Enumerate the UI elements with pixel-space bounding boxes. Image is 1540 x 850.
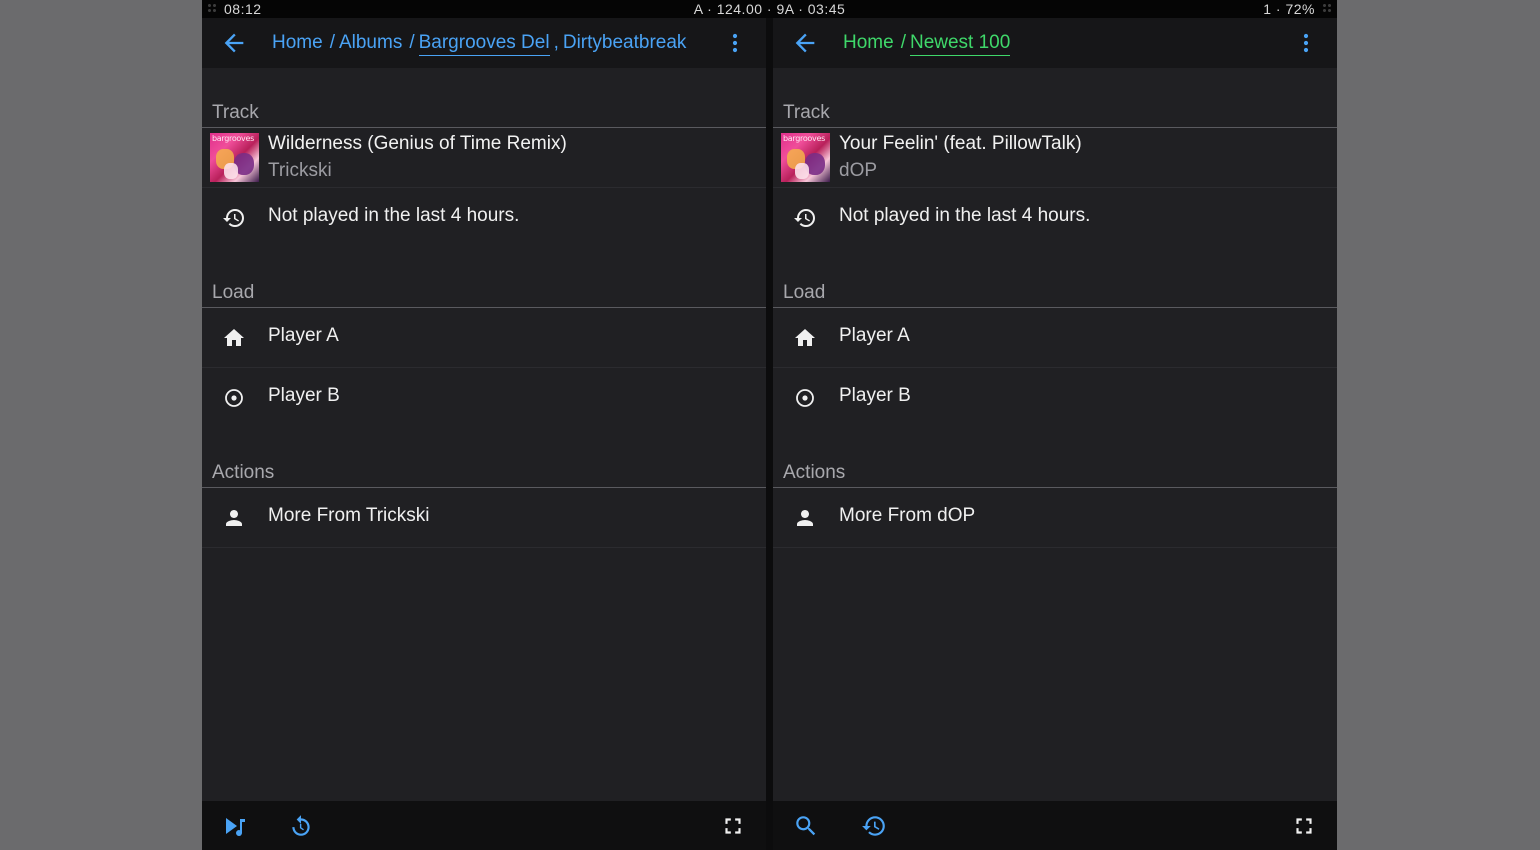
queue-play-icon[interactable] (222, 813, 248, 839)
section-title-load: Load (783, 282, 826, 303)
battery-info: 1 · 72% (1263, 1, 1315, 17)
load-player-b[interactable]: Player B (202, 368, 766, 428)
action-label: More From dOP (839, 505, 976, 526)
track-title: Your Feelin' (feat. PillowTalk) (839, 133, 1082, 154)
section-title-track: Track (212, 102, 259, 123)
target-circle-icon (793, 386, 817, 410)
breadcrumb-separator: , (553, 32, 559, 53)
action-label: More From Trickski (268, 505, 430, 526)
history-icon[interactable] (861, 813, 887, 839)
footer-toolbar (202, 801, 766, 850)
load-label: Player B (839, 385, 911, 406)
breadcrumb-home[interactable]: Home (272, 32, 323, 56)
footer-toolbar (773, 801, 1337, 850)
drag-grip-icon[interactable] (1322, 3, 1332, 14)
left-pane: Home / Albums / Bargrooves Del , Dirtybe… (202, 18, 766, 850)
album-art: bargrooves (210, 133, 259, 182)
album-art-text: bargrooves (783, 134, 825, 143)
app-window: 08:12 A · 124.00 · 9A · 03:45 1 · 72% Ho… (202, 0, 1337, 850)
right-pane: Home / Newest 100 Track bargrooves Your … (773, 18, 1337, 850)
breadcrumb-albums[interactable]: Albums (339, 32, 402, 56)
more-options-icon[interactable] (1299, 32, 1313, 54)
target-circle-icon (222, 386, 246, 410)
track-artist: Trickski (268, 160, 332, 181)
track-row[interactable]: bargrooves Your Feelin' (feat. PillowTal… (773, 128, 1337, 188)
more-from-artist[interactable]: More From Trickski (202, 488, 766, 548)
breadcrumb-separator: / (900, 32, 906, 53)
section-title-track: Track (783, 102, 830, 123)
back-arrow-icon[interactable] (220, 29, 248, 57)
history-row: Not played in the last 4 hours. (773, 188, 1337, 248)
history-icon (222, 206, 246, 230)
breadcrumb: Home / Albums / Bargrooves Del , Dirtybe… (272, 30, 686, 58)
history-icon (793, 206, 817, 230)
track-artist: dOP (839, 160, 878, 181)
load-player-b[interactable]: Player B (773, 368, 1337, 428)
section-title-actions: Actions (212, 462, 275, 483)
fullscreen-icon[interactable] (720, 813, 746, 839)
home-icon (793, 326, 817, 350)
section-title-actions: Actions (783, 462, 846, 483)
track-title: Wilderness (Genius of Time Remix) (268, 133, 567, 154)
history-row: Not played in the last 4 hours. (202, 188, 766, 248)
header-bar: Home / Newest 100 (773, 18, 1337, 68)
back-arrow-icon[interactable] (791, 29, 819, 57)
refresh-icon[interactable] (288, 813, 314, 839)
load-player-a[interactable]: Player A (202, 308, 766, 368)
breadcrumb-home[interactable]: Home (843, 32, 894, 56)
more-options-icon[interactable] (728, 32, 742, 54)
breadcrumb-artist[interactable]: Dirtybeatbreak (563, 32, 687, 56)
breadcrumb-separator: / (329, 32, 335, 53)
load-player-a[interactable]: Player A (773, 308, 1337, 368)
more-from-artist[interactable]: More From dOP (773, 488, 1337, 548)
status-bar: 08:12 A · 124.00 · 9A · 03:45 1 · 72% (202, 0, 1337, 18)
home-icon (222, 326, 246, 350)
person-icon (222, 506, 246, 530)
search-icon[interactable] (793, 813, 819, 839)
load-label: Player A (839, 325, 910, 346)
load-label: Player B (268, 385, 340, 406)
breadcrumb-album[interactable]: Bargrooves Del (418, 32, 550, 56)
breadcrumb: Home / Newest 100 (843, 30, 1011, 58)
person-icon (793, 506, 817, 530)
breadcrumb-current[interactable]: Newest 100 (909, 32, 1011, 56)
track-row[interactable]: bargrooves Wilderness (Genius of Time Re… (202, 128, 766, 188)
history-note: Not played in the last 4 hours. (268, 205, 520, 226)
breadcrumb-separator: / (409, 32, 415, 53)
load-label: Player A (268, 325, 339, 346)
deck-info: A · 124.00 · 9A · 03:45 (693, 1, 846, 17)
history-note: Not played in the last 4 hours. (839, 205, 1091, 226)
fullscreen-icon[interactable] (1291, 813, 1317, 839)
album-art-text: bargrooves (212, 134, 254, 143)
section-title-load: Load (212, 282, 255, 303)
header-bar: Home / Albums / Bargrooves Del , Dirtybe… (202, 18, 766, 68)
album-art: bargrooves (781, 133, 830, 182)
